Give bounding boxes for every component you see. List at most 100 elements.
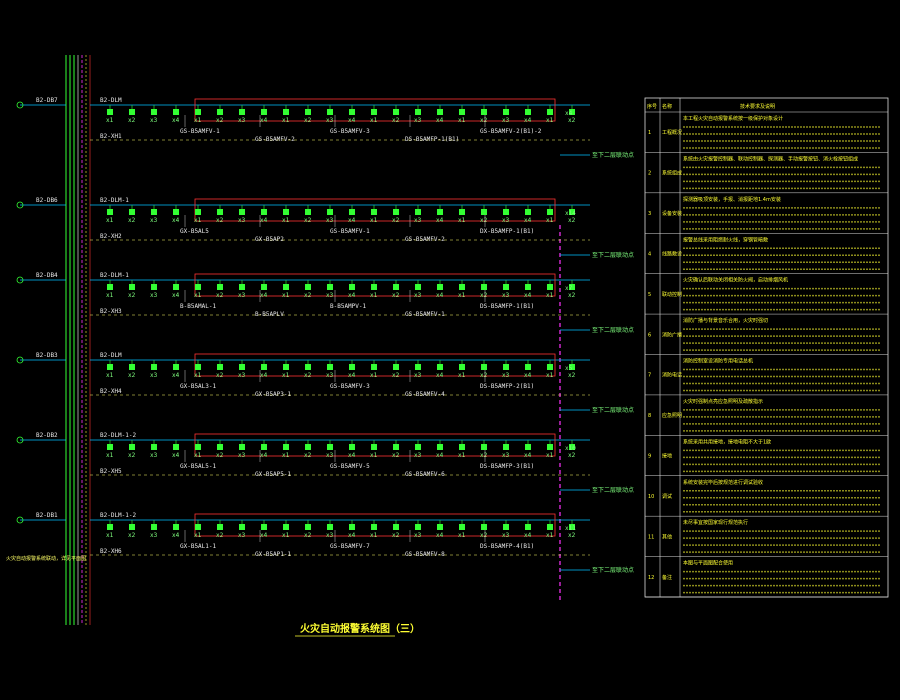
svg-text:x1: x1: [458, 117, 466, 124]
detector-icon: [503, 444, 509, 450]
detector-icon: [261, 524, 267, 530]
svg-text:x3: x3: [150, 372, 158, 379]
device-code-label: GS-B5AMFV-1: [180, 128, 220, 135]
table-cell-text: 本图与平面图配合使用: [683, 560, 733, 567]
left-label: B2-DB7: [36, 97, 58, 104]
svg-text:x2: x2: [128, 532, 136, 539]
svg-text:x1: x1: [458, 372, 466, 379]
svg-text:x4: x4: [524, 292, 532, 299]
svg-text:x4: x4: [348, 452, 356, 459]
svg-text:x3: x3: [238, 292, 246, 299]
detector-icon: [173, 109, 179, 115]
detector-icon: [393, 284, 399, 290]
svg-text:x1: x1: [282, 117, 290, 124]
detector-icon: [349, 524, 355, 530]
svg-text:x2: x2: [480, 372, 488, 379]
detector-icon: [305, 524, 311, 530]
device-code-label: GX-B5AL1-1: [180, 543, 217, 550]
panel-row-4: B2-DB3 B2-DLM x1 x2 x3 x4 x1 x2 x3 x4 x1 x2 x3 x4 x1 x2…: [16, 352, 634, 414]
left-label: B2-DB6: [36, 197, 58, 204]
detector-icon: [481, 109, 487, 115]
fire-alarm-system-diagram: B2-DB7 B2-DLM x1 x2 x3 x4 x1 x2 x3 x4 x1 x2 x3 x4 x1 x2…: [6, 55, 889, 637]
svg-text:x2: x2: [304, 217, 312, 224]
svg-text:x2: x2: [392, 452, 400, 459]
svg-text:x3: x3: [238, 452, 246, 459]
detector-icon: [393, 209, 399, 215]
device-code-label: GS-B5AMFV-2(B1)-2: [480, 128, 542, 135]
device-code-label: GS-B5AMFV-6: [405, 471, 445, 478]
detector-icon: [415, 209, 421, 215]
table-cell-name: 备注: [662, 574, 672, 581]
svg-text:x2: x2: [304, 372, 312, 379]
detector-icon: [371, 284, 377, 290]
svg-text:x3: x3: [414, 452, 422, 459]
svg-text:x1: x1: [106, 292, 114, 299]
detector-icon: [239, 364, 245, 370]
detector-icon: [173, 524, 179, 530]
table-cell-name: 工程概况: [662, 129, 682, 136]
svg-text:x4: x4: [260, 217, 268, 224]
svg-text:x2: x2: [304, 452, 312, 459]
detector-icon: [261, 444, 267, 450]
detector-icon: [239, 284, 245, 290]
detector-icon: [239, 524, 245, 530]
detector-icon: [525, 444, 531, 450]
detector-icon: [305, 284, 311, 290]
detector-icon: [107, 444, 113, 450]
right-label: 至下二层联动点: [592, 151, 634, 159]
svg-text:x3: x3: [238, 372, 246, 379]
detector-icon: [217, 209, 223, 215]
svg-text:x3: x3: [326, 452, 334, 459]
bottom-note: 火灾自动报警系统联动，详见平面图: [6, 555, 86, 562]
svg-text:x4: x4: [348, 117, 356, 124]
svg-text:x2: x2: [480, 217, 488, 224]
detector-icon: [437, 209, 443, 215]
table-cell-text: 报警总线采用阻燃耐火线，穿钢管暗敷: [683, 236, 768, 243]
detector-icon: [459, 209, 465, 215]
detector-icon: [393, 109, 399, 115]
svg-text:x3: x3: [502, 217, 510, 224]
svg-text:x2: x2: [216, 532, 224, 539]
svg-text:x2: x2: [128, 292, 136, 299]
svg-text:x3: x3: [150, 117, 158, 124]
detector-icon: [217, 284, 223, 290]
detector-icon: [327, 284, 333, 290]
svg-text:x1: x1: [194, 217, 202, 224]
svg-text:x4: x4: [436, 117, 444, 124]
svg-text:x4: x4: [348, 532, 356, 539]
detector-icon: [283, 109, 289, 115]
detector-icon: [261, 209, 267, 215]
svg-text:x1: x1: [194, 452, 202, 459]
svg-text:x1: x1: [106, 217, 114, 224]
detector-icon: [393, 444, 399, 450]
table-row: 9 接地 系统采用共用接地，接地电阻不大于1欧: [645, 438, 888, 476]
table-cell-name: 联动控制: [662, 291, 682, 298]
svg-text:x1: x1: [546, 372, 554, 379]
svg-text:x2: x2: [568, 452, 576, 459]
table-cell-no: 5: [648, 292, 651, 298]
svg-text:x2: x2: [392, 372, 400, 379]
svg-text:x1: x1: [370, 532, 378, 539]
device-code-label: GS-B5AMFV-8: [405, 551, 445, 558]
device-code-label: GS-B5AMFV-7: [330, 543, 370, 550]
table-cell-no: 12: [648, 575, 654, 581]
detector-icon: [393, 524, 399, 530]
detector-icon: [459, 284, 465, 290]
svg-text:x3: x3: [414, 217, 422, 224]
detector-icon: [327, 364, 333, 370]
device-code-label: GS-B5AMFV-5: [330, 463, 370, 470]
detector-icon: [371, 109, 377, 115]
table-cell-no: 10: [648, 494, 654, 500]
svg-text:x3: x3: [150, 452, 158, 459]
detector-icon: [327, 109, 333, 115]
detector-icon: [503, 524, 509, 530]
detector-icon: [195, 524, 201, 530]
detector-icon: [107, 209, 113, 215]
svg-text:x4: x4: [260, 117, 268, 124]
svg-text:x1: x1: [546, 117, 554, 124]
svg-text:x4: x4: [436, 217, 444, 224]
svg-text:x4: x4: [348, 372, 356, 379]
panel-row-6: B2-DB1 B2-DLM-1-2 x1 x2 x3 x4 x1 x2 x3 x4 x1 x2 x3 x4…: [16, 512, 634, 574]
svg-text:x2: x2: [480, 532, 488, 539]
detector-icon: [349, 284, 355, 290]
